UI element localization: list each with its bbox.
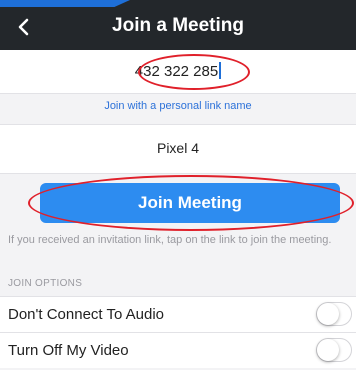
invitation-hint: If you received an invitation link, tap … <box>8 234 332 246</box>
toggle-knob <box>317 303 339 325</box>
page-title: Join a Meeting <box>112 15 244 36</box>
navigation-bar: Join a Meeting <box>0 0 356 50</box>
join-options-heading: JOIN OPTIONS <box>8 278 83 289</box>
top-tab-accent <box>0 0 130 7</box>
join-meeting-button[interactable]: Join Meeting <box>40 183 340 223</box>
option-label: Turn Off My Video <box>8 342 129 359</box>
audio-toggle[interactable] <box>316 302 352 326</box>
meeting-id-value: 432 322 285 <box>134 63 219 80</box>
personal-link-name-link[interactable]: Join with a personal link name <box>0 100 356 112</box>
text-cursor <box>219 62 222 79</box>
meeting-id-field[interactable]: 432 322 285 <box>0 50 356 94</box>
option-label: Don't Connect To Audio <box>8 306 165 323</box>
option-turn-off-video: Turn Off My Video <box>0 332 356 368</box>
option-dont-connect-audio: Don't Connect To Audio <box>0 296 356 332</box>
toggle-knob <box>317 339 339 361</box>
video-toggle[interactable] <box>316 338 352 362</box>
display-name-field[interactable]: Pixel 4 <box>0 124 356 174</box>
display-name-value: Pixel 4 <box>156 140 200 156</box>
